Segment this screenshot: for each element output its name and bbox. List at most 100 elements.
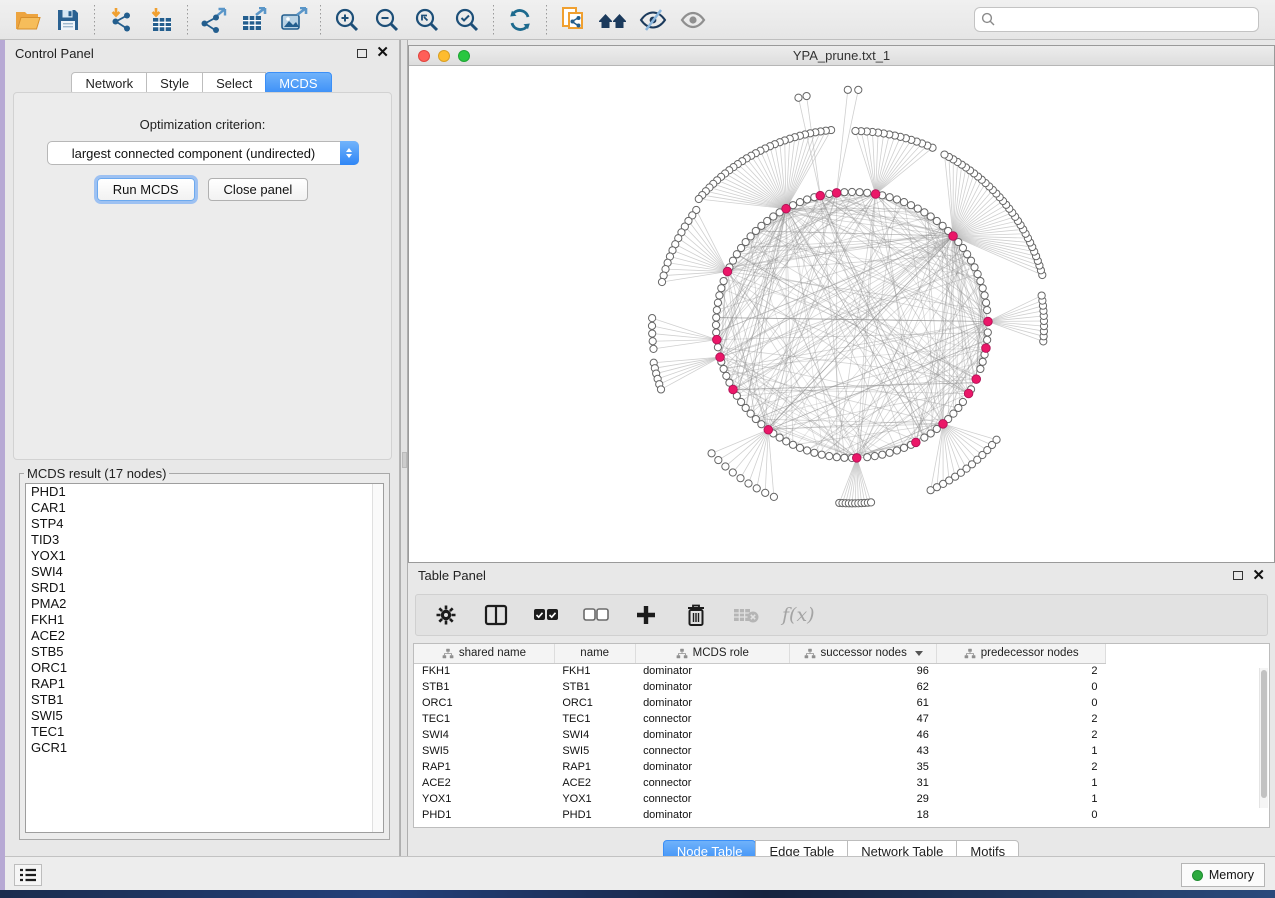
ring-node[interactable] xyxy=(803,447,810,454)
ring-node[interactable] xyxy=(971,264,978,271)
leaf-node[interactable] xyxy=(650,345,657,352)
table-cell[interactable]: 0 xyxy=(937,807,1106,823)
zoom-in-button[interactable] xyxy=(327,3,367,37)
mcds-result-item[interactable]: TID3 xyxy=(26,532,383,548)
float-panel-icon[interactable] xyxy=(357,49,367,58)
mcds-result-item[interactable]: SWI5 xyxy=(26,708,383,724)
ring-node[interactable] xyxy=(796,199,803,206)
table-options-button[interactable] xyxy=(432,600,460,630)
table-cell[interactable]: dominator xyxy=(635,679,789,695)
table-cell[interactable]: STB1 xyxy=(554,679,635,695)
mcds-result-list[interactable]: PHD1CAR1STP4TID3YOX1SWI4SRD1PMA2FKH1ACE2… xyxy=(25,483,384,833)
close-panel-icon[interactable]: ✕ xyxy=(376,48,389,58)
run-mcds-button[interactable]: Run MCDS xyxy=(97,178,195,201)
leaf-node[interactable] xyxy=(649,338,656,345)
export-network-button[interactable] xyxy=(194,3,234,37)
leaf-node[interactable] xyxy=(762,489,769,496)
table-row[interactable]: STB1STB1dominator620 xyxy=(414,679,1106,695)
close-panel-button[interactable]: Close panel xyxy=(208,178,309,201)
ring-node[interactable] xyxy=(841,454,848,461)
table-cell[interactable]: RAP1 xyxy=(414,759,554,775)
leaf-node[interactable] xyxy=(852,127,859,134)
deselect-all-rows-button[interactable] xyxy=(582,600,610,630)
mcds-result-item[interactable]: TEC1 xyxy=(26,724,383,740)
ring-node[interactable] xyxy=(856,189,863,196)
leaf-node[interactable] xyxy=(770,493,777,500)
hub-node[interactable] xyxy=(912,438,921,447)
ring-node[interactable] xyxy=(783,438,790,445)
table-cell[interactable]: connector xyxy=(635,775,789,791)
table-cell[interactable]: 62 xyxy=(790,679,937,695)
leaf-node[interactable] xyxy=(708,450,715,457)
leaf-node[interactable] xyxy=(649,315,656,322)
table-cell[interactable]: dominator xyxy=(635,807,789,823)
column-header-shared-name[interactable]: shared name xyxy=(414,644,554,663)
hub-node[interactable] xyxy=(972,375,981,384)
ring-node[interactable] xyxy=(864,454,871,461)
ring-node[interactable] xyxy=(900,199,907,206)
ring-node[interactable] xyxy=(714,344,721,351)
ring-node[interactable] xyxy=(712,321,719,328)
hub-node[interactable] xyxy=(852,454,861,463)
table-cell[interactable]: dominator xyxy=(635,759,789,775)
ring-node[interactable] xyxy=(723,372,730,379)
table-row[interactable]: SWI5SWI5connector431 xyxy=(414,743,1106,759)
leaf-node[interactable] xyxy=(648,322,655,329)
table-cell[interactable]: 29 xyxy=(790,791,937,807)
show-column-panel-button[interactable] xyxy=(482,600,510,630)
search-input[interactable] xyxy=(974,7,1259,32)
ring-node[interactable] xyxy=(977,277,984,284)
ring-node[interactable] xyxy=(803,196,810,203)
ring-node[interactable] xyxy=(716,292,723,299)
table-cell[interactable]: 61 xyxy=(790,695,937,711)
ring-node[interactable] xyxy=(789,441,796,448)
ring-node[interactable] xyxy=(981,292,988,299)
mcds-result-item[interactable]: SRD1 xyxy=(26,580,383,596)
first-neighbors-button[interactable] xyxy=(593,3,633,37)
table-cell[interactable]: 2 xyxy=(937,711,1106,727)
hub-node[interactable] xyxy=(964,389,973,398)
table-cell[interactable]: SWI4 xyxy=(554,727,635,743)
table-cell[interactable]: SWI5 xyxy=(554,743,635,759)
ring-node[interactable] xyxy=(914,205,921,212)
criterion-select[interactable]: largest connected component (undirected) xyxy=(47,141,359,165)
ring-node[interactable] xyxy=(977,365,984,372)
hub-node[interactable] xyxy=(764,426,773,435)
mcds-result-item[interactable]: PMA2 xyxy=(26,596,383,612)
ring-node[interactable] xyxy=(886,194,893,201)
table-cell[interactable]: dominator xyxy=(635,727,789,743)
leaf-node[interactable] xyxy=(844,86,851,93)
leaf-node[interactable] xyxy=(745,480,752,487)
table-cell[interactable]: YOX1 xyxy=(414,791,554,807)
table-row[interactable]: TEC1TEC1connector472 xyxy=(414,711,1106,727)
mcds-result-item[interactable]: PHD1 xyxy=(26,484,383,500)
table-cell[interactable]: dominator xyxy=(635,695,789,711)
table-cell[interactable]: ORC1 xyxy=(414,695,554,711)
mcds-result-item[interactable]: GCR1 xyxy=(26,740,383,756)
ring-node[interactable] xyxy=(833,454,840,461)
hub-node[interactable] xyxy=(716,353,725,362)
table-cell[interactable]: FKH1 xyxy=(554,663,635,679)
save-session-button[interactable] xyxy=(48,3,88,37)
hub-node[interactable] xyxy=(782,204,791,213)
leaf-node[interactable] xyxy=(1038,292,1045,299)
ring-node[interactable] xyxy=(959,398,966,405)
column-header-mcds-role[interactable]: MCDS role xyxy=(635,644,789,663)
table-cell[interactable]: STB1 xyxy=(414,679,554,695)
hub-node[interactable] xyxy=(939,420,948,429)
mcds-result-item[interactable]: STB1 xyxy=(26,692,383,708)
column-header-predecessor-nodes[interactable]: predecessor nodes xyxy=(937,644,1106,663)
ring-node[interactable] xyxy=(979,358,986,365)
table-cell[interactable]: 46 xyxy=(790,727,937,743)
table-cell[interactable]: ACE2 xyxy=(414,775,554,791)
ring-node[interactable] xyxy=(811,449,818,456)
table-cell[interactable]: TEC1 xyxy=(554,711,635,727)
open-session-button[interactable] xyxy=(8,3,48,37)
hub-node[interactable] xyxy=(832,189,841,198)
table-cell[interactable]: 0 xyxy=(937,695,1106,711)
mcds-result-item[interactable]: STP4 xyxy=(26,516,383,532)
table-cell[interactable]: connector xyxy=(635,791,789,807)
table-cell[interactable]: 2 xyxy=(937,759,1106,775)
float-table-panel-icon[interactable] xyxy=(1233,571,1243,580)
ring-node[interactable] xyxy=(984,307,991,314)
